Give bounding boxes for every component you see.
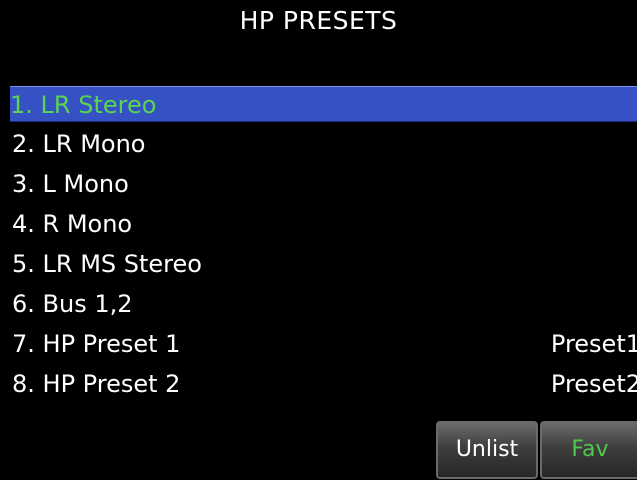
list-item[interactable]: 6. Bus 1,2 xyxy=(10,284,637,324)
preset-value: Preset1 xyxy=(550,330,637,358)
preset-label: 8. HP Preset 2 xyxy=(12,370,181,398)
preset-label: 5. LR MS Stereo xyxy=(12,250,202,278)
list-item[interactable]: 3. L Mono xyxy=(10,164,637,204)
hp-presets-screen: HP PRESETS 1. LR Stereo 2. LR Mono 3. L … xyxy=(0,0,637,480)
page-title: HP PRESETS xyxy=(239,6,398,35)
preset-value: Preset2 xyxy=(550,370,637,398)
unlist-button[interactable]: Unlist xyxy=(436,421,538,479)
preset-label: 7. HP Preset 1 xyxy=(12,330,181,358)
list-item[interactable]: 7. HP Preset 1 Preset1 xyxy=(10,324,637,364)
preset-label: 1. LR Stereo xyxy=(10,91,157,119)
preset-label: 6. Bus 1,2 xyxy=(12,290,133,318)
list-item[interactable]: 2. LR Mono xyxy=(10,124,637,164)
preset-label: 4. R Mono xyxy=(12,210,133,238)
preset-label: 2. LR Mono xyxy=(12,130,146,158)
list-item[interactable]: 4. R Mono xyxy=(10,204,637,244)
preset-list: 1. LR Stereo 2. LR Mono 3. L Mono 4. R M… xyxy=(10,84,637,404)
preset-label: 3. L Mono xyxy=(12,170,129,198)
list-item[interactable]: 5. LR MS Stereo xyxy=(10,244,637,284)
fav-button[interactable]: Fav xyxy=(540,421,637,479)
list-item[interactable]: 1. LR Stereo xyxy=(10,86,637,122)
list-item[interactable]: 8. HP Preset 2 Preset2 xyxy=(10,364,637,404)
